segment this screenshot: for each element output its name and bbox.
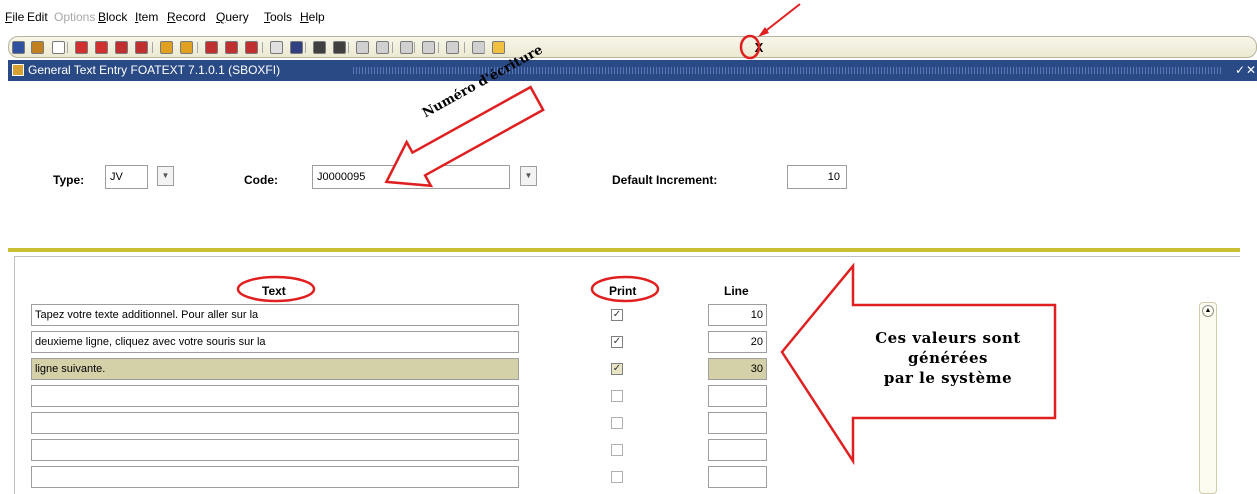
extract-icon[interactable] (446, 41, 459, 54)
related-icon[interactable] (400, 41, 413, 54)
toolbar-separator (438, 42, 439, 53)
previous-block-icon[interactable] (115, 41, 128, 54)
print-checkbox[interactable] (611, 390, 623, 402)
line-number-field[interactable]: 20 (708, 331, 767, 353)
text-row[interactable] (31, 439, 519, 461)
toolbar-separator (414, 42, 415, 53)
default-increment-field[interactable]: 10 (787, 165, 847, 189)
menu-item-options[interactable]: Options (54, 10, 95, 24)
print-column-header: Print (609, 284, 637, 298)
line-number-field[interactable]: 10 (708, 304, 767, 326)
key-block: Type: JV ▼ Code: J0000095 ▼ Default Incr… (8, 81, 1257, 249)
menu-item-record[interactable]: Record (167, 10, 206, 24)
print-checkbox[interactable] (611, 417, 623, 429)
execute-query-icon[interactable] (225, 41, 238, 54)
print-checkbox[interactable]: ✓ (611, 309, 623, 321)
text-row[interactable] (31, 466, 519, 488)
print-form-icon[interactable] (290, 41, 303, 54)
lamp-icon[interactable] (492, 41, 505, 54)
toolbar-separator (392, 42, 393, 53)
next-block-icon[interactable] (135, 41, 148, 54)
menu-item-edit[interactable]: Edit (27, 10, 48, 24)
menu-item-tools[interactable]: Tools (264, 10, 292, 24)
print-checkbox[interactable]: ✓ (611, 336, 623, 348)
toolbar-separator (305, 42, 306, 53)
print-checkbox[interactable]: ✓ (611, 363, 623, 375)
next-record-icon[interactable] (180, 41, 193, 54)
menu-item-file[interactable]: File (5, 10, 24, 24)
rollback-icon[interactable] (31, 41, 44, 54)
menu-bar: File Edit Options Block Item Record Query Tools… (0, 0, 1257, 36)
text-row[interactable] (31, 385, 519, 407)
previous-record-icon[interactable] (160, 41, 173, 54)
code-field[interactable]: J0000095 (312, 165, 510, 189)
scroll-up-icon[interactable]: ▲ (1202, 305, 1214, 317)
vertical-scrollbar[interactable]: ▲ (1199, 302, 1217, 494)
options-icon[interactable] (356, 41, 369, 54)
callout-line-1: Ces valeurs sont (875, 329, 1021, 347)
menu-item-query[interactable]: Query (216, 10, 249, 24)
block-divider (8, 248, 1240, 252)
toolbar-separator (197, 42, 198, 53)
menu-item-help[interactable]: Help (300, 10, 325, 24)
line-number-field[interactable]: 30 (708, 358, 767, 380)
enter-query-icon[interactable] (205, 41, 218, 54)
line-number-field[interactable] (708, 385, 767, 407)
help-icon[interactable] (270, 41, 283, 54)
default-increment-label: Default Increment: (612, 173, 718, 187)
callout-text: Ces valeurs sont générées par le système (843, 328, 1053, 388)
remove-record-icon[interactable] (95, 41, 108, 54)
menu-item-block[interactable]: Block (98, 10, 127, 24)
cancel-query-icon[interactable] (245, 41, 258, 54)
type-field[interactable]: JV (105, 165, 148, 189)
toolbar-separator (348, 42, 349, 53)
print-icon[interactable] (52, 41, 65, 54)
line-number-field[interactable] (708, 466, 767, 488)
toolbar-separator (484, 42, 485, 53)
code-dropdown-button[interactable]: ▼ (520, 166, 537, 186)
window-title-bar: General Text Entry FOATEXT 7.1.0.1 (SBOX… (8, 60, 1257, 81)
toolbar: X (8, 36, 1257, 58)
menu-item-item[interactable]: Item (135, 10, 158, 24)
window-title: General Text Entry FOATEXT 7.1.0.1 (SBOX… (28, 63, 281, 77)
line-column-header: Line (724, 284, 749, 298)
app-icon (12, 64, 24, 76)
line-number-field[interactable] (708, 439, 767, 461)
text-column-header: Text (262, 284, 286, 298)
callout-line-2: générées (908, 349, 988, 367)
toolbar-separator (464, 42, 465, 53)
text-row[interactable] (31, 412, 519, 434)
close-icon[interactable]: ✕ (1245, 60, 1257, 81)
toolbar-separator (67, 42, 68, 53)
type-label: Type: (53, 173, 85, 187)
print-checkbox[interactable] (611, 471, 623, 483)
save-icon[interactable] (12, 41, 25, 54)
toolbar-separator (262, 42, 263, 53)
count-hits-icon[interactable] (313, 41, 326, 54)
exit-button[interactable]: X (750, 38, 768, 57)
text-row[interactable]: deuxieme ligne, cliquez avec votre souri… (31, 331, 519, 353)
callout-line-3: par le système (883, 369, 1013, 387)
list-values-icon[interactable] (333, 41, 346, 54)
type-dropdown-button[interactable]: ▼ (157, 166, 174, 186)
text-row[interactable]: ligne suivante. (31, 358, 519, 380)
line-number-field[interactable] (708, 412, 767, 434)
tools-icon[interactable] (422, 41, 435, 54)
text-row[interactable]: Tapez votre texte additionnel. Pour alle… (31, 304, 519, 326)
insert-record-icon[interactable] (75, 41, 88, 54)
code-label: Code: (244, 173, 278, 187)
toolbar-separator (152, 42, 153, 53)
print-checkbox[interactable] (611, 444, 623, 456)
item-help-icon[interactable] (376, 41, 389, 54)
